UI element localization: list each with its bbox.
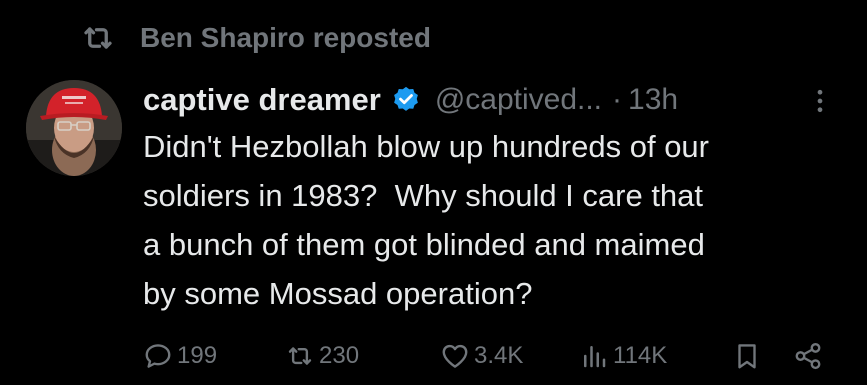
avatar-red-cap: [26, 80, 122, 176]
repost-icon: [84, 27, 112, 49]
reply-count: 199: [177, 342, 218, 369]
reply-button[interactable]: 199: [143, 334, 217, 378]
views-button[interactable]: 114K: [579, 334, 667, 378]
author-handle[interactable]: @captived...: [435, 83, 602, 117]
share-icon[interactable]: [793, 341, 823, 371]
repost-count: 230: [319, 342, 360, 369]
repost-button[interactable]: 230: [285, 334, 359, 378]
tweet-actions: 199 230 3.4K 114K: [143, 334, 843, 378]
like-count: 3.4K: [474, 342, 524, 369]
meta-separator: ·: [612, 83, 623, 116]
avatar[interactable]: [26, 80, 122, 176]
view-count: 114K: [613, 342, 668, 369]
repost-label[interactable]: Ben Shapiro reposted: [140, 22, 431, 54]
tweet-text: Didn't Hezbollah blow up hundreds of our…: [143, 129, 709, 311]
repost-row: Ben Shapiro reposted: [80, 18, 431, 58]
tweet-header: captive dreamer @captived... · 13h: [143, 78, 678, 122]
more-options-icon[interactable]: [805, 86, 835, 116]
verified-badge-icon[interactable]: [391, 85, 421, 115]
tweet-time[interactable]: 13h: [628, 83, 678, 117]
repost-action-icon: [288, 347, 312, 365]
reply-icon: [145, 344, 171, 368]
like-button[interactable]: 3.4K: [440, 334, 523, 378]
display-name[interactable]: captive dreamer: [143, 82, 381, 118]
bookmark-icon[interactable]: [732, 341, 762, 371]
analytics-icon: [584, 346, 606, 368]
heart-icon: [442, 344, 468, 368]
